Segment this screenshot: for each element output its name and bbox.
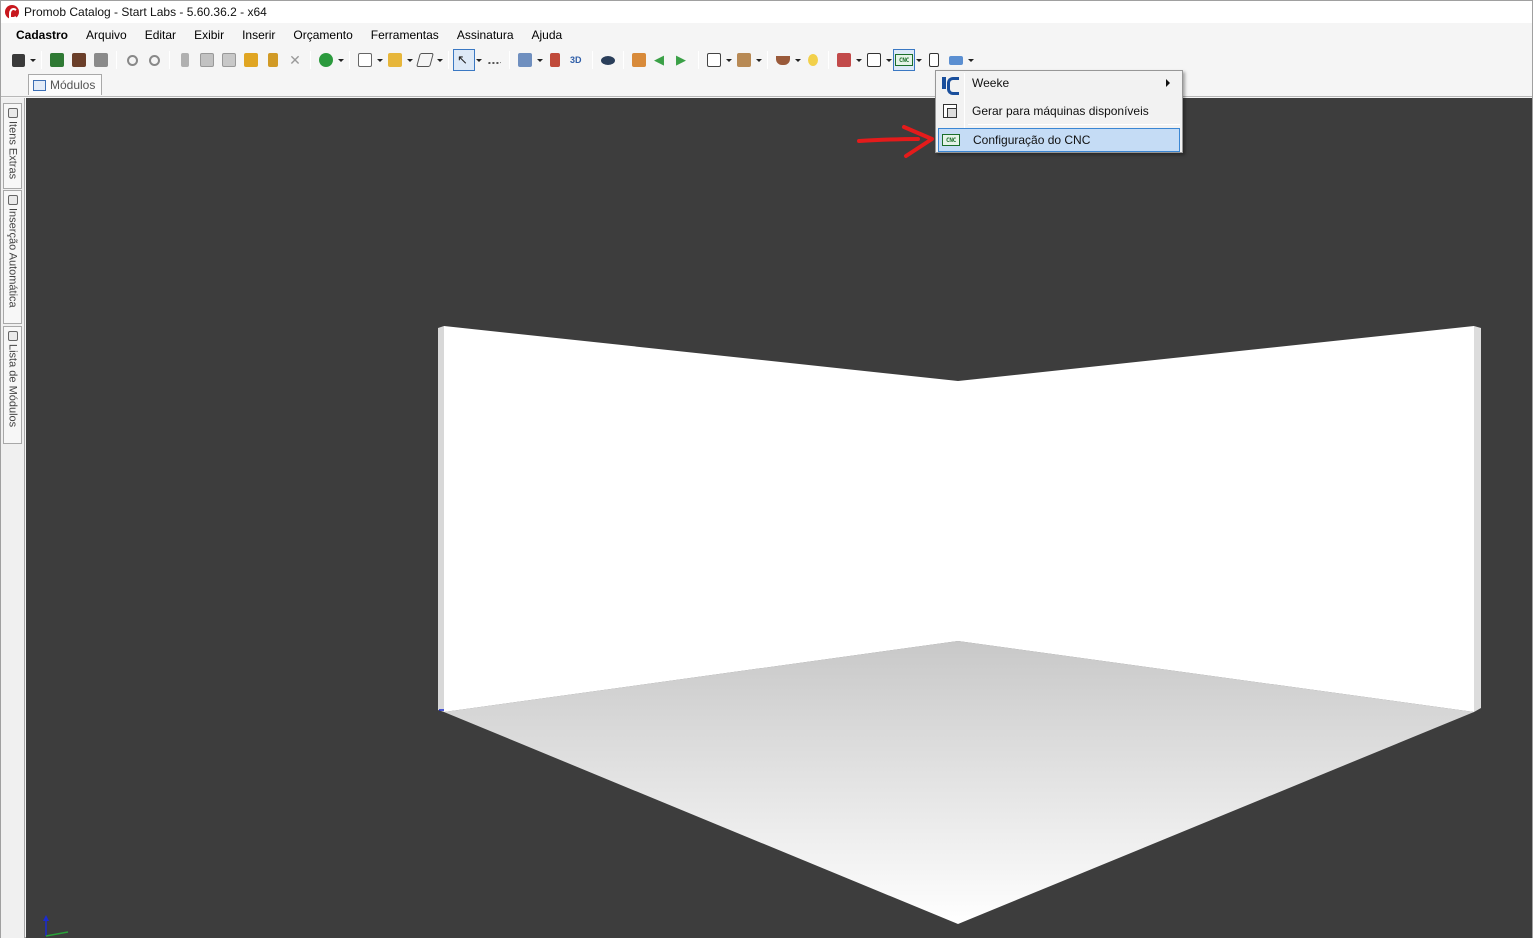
right-wall-edge <box>1474 326 1481 712</box>
side-dock-strip: Itens Extras Inserção Automática Lista d… <box>1 98 25 938</box>
shape-icon[interactable] <box>414 49 436 71</box>
redo-icon[interactable] <box>143 49 165 71</box>
list-icon <box>7 331 18 341</box>
undo-icon[interactable] <box>121 49 143 71</box>
menu-editar[interactable]: Editar <box>136 24 185 46</box>
copy-icon[interactable] <box>196 49 218 71</box>
modules-icon[interactable] <box>354 49 376 71</box>
arrow-right-icon[interactable]: ▶ <box>672 49 694 71</box>
submenu-arrow-icon <box>1166 79 1170 87</box>
left-wall-edge <box>438 326 444 712</box>
side-tab-insercao-automatica-label: Inserção Automática <box>6 208 19 308</box>
menu-bar: Cadastro Arquivo Editar Exibir Inserir O… <box>1 24 1532 46</box>
menu-item-gerar-maquinas[interactable]: Gerar para máquinas disponíveis <box>938 99 1180 123</box>
view-cube-icon[interactable] <box>703 49 725 71</box>
menu-ajuda[interactable]: Ajuda <box>523 24 572 46</box>
paint-brush-icon[interactable] <box>240 49 262 71</box>
promob-logo-icon <box>5 5 19 19</box>
menu-item-weeke[interactable]: Weeke <box>938 71 1180 95</box>
print-icon[interactable] <box>46 49 68 71</box>
cnc-popup-menu: Weeke Gerar para máquinas disponíveis CN… <box>935 70 1183 153</box>
side-tab-itens-extras-label: Itens Extras <box>6 121 19 180</box>
printer-icon[interactable] <box>90 49 112 71</box>
light-bulb-icon[interactable] <box>802 49 824 71</box>
main-toolbar: ✕ ↖ 3D ◀ ▶ CNC <box>1 47 1532 73</box>
group-icon[interactable] <box>384 49 406 71</box>
menu-orcamento[interactable]: Orçamento <box>284 24 361 46</box>
export-icon[interactable] <box>923 49 945 71</box>
red-arrow-icon <box>857 125 934 158</box>
wrench-icon <box>7 195 18 205</box>
select-arrow-icon[interactable]: ↖ <box>453 49 475 71</box>
menu-inserir[interactable]: Inserir <box>233 24 284 46</box>
measure-icon[interactable] <box>483 49 505 71</box>
box-icon[interactable] <box>733 49 755 71</box>
budget-dropdown[interactable] <box>337 49 345 71</box>
budget-icon[interactable] <box>315 49 337 71</box>
title-bar: Promob Catalog - Start Labs - 5.60.36.2 … <box>1 1 1532 23</box>
axis-gizmo-icon <box>43 915 69 937</box>
3d-icon[interactable]: 3D <box>566 49 588 71</box>
side-tab-lista-de-modulos-label: Lista de Módulos <box>6 344 19 428</box>
document-tab-bar: Módulos <box>1 73 1532 97</box>
report-icon[interactable] <box>833 49 855 71</box>
select-dropdown[interactable] <box>475 49 483 71</box>
print-preview-icon[interactable] <box>68 49 90 71</box>
menu-cadastro[interactable]: Cadastro <box>7 24 77 46</box>
cnc-dropdown[interactable] <box>915 49 923 71</box>
chart-dropdown[interactable] <box>967 49 975 71</box>
paperclip-icon <box>7 108 18 118</box>
side-tab-lista-de-modulos[interactable]: Lista de Módulos <box>3 326 22 444</box>
menu-arquivo[interactable]: Arquivo <box>77 24 136 46</box>
menu-ferramentas[interactable]: Ferramentas <box>362 24 448 46</box>
modules-dropdown[interactable] <box>376 49 384 71</box>
report-dropdown[interactable] <box>855 49 863 71</box>
layers-dropdown[interactable] <box>536 49 544 71</box>
plan-dropdown[interactable] <box>885 49 893 71</box>
3d-viewport[interactable] <box>26 98 1532 938</box>
tab-modulos[interactable]: Módulos <box>28 74 103 95</box>
tab-modulos-label: Módulos <box>50 78 96 92</box>
menu-exibir[interactable]: Exibir <box>185 24 233 46</box>
arrow-left-icon[interactable]: ◀ <box>650 49 672 71</box>
save-icon[interactable] <box>7 49 29 71</box>
view-cube-dropdown[interactable] <box>725 49 733 71</box>
paste-icon[interactable] <box>218 49 240 71</box>
generate-machines-icon <box>943 104 957 118</box>
cnc-icon[interactable]: CNC <box>893 49 915 71</box>
elevation-icon[interactable] <box>544 49 566 71</box>
box-dropdown[interactable] <box>755 49 763 71</box>
menu-item-weeke-label: Weeke <box>972 76 1010 90</box>
plan-icon[interactable] <box>863 49 885 71</box>
scene-canvas[interactable] <box>26 98 1532 938</box>
side-tab-insercao-automatica[interactable]: Inserção Automática <box>3 190 22 324</box>
window-title: Promob Catalog - Start Labs - 5.60.36.2 … <box>24 5 267 19</box>
menu-item-gerar-maquinas-label: Gerar para máquinas disponíveis <box>972 104 1149 118</box>
weeke-logo-icon <box>942 77 959 95</box>
modules-tab-icon <box>33 79 46 91</box>
menu-item-configuracao-cnc[interactable]: CNC Configuração do CNC <box>938 128 1180 152</box>
menu-item-configuracao-cnc-label: Configuração do CNC <box>973 133 1091 147</box>
format-paint-icon[interactable] <box>262 49 284 71</box>
menu-assinatura[interactable]: Assinatura <box>448 24 523 46</box>
layers-icon[interactable] <box>514 49 536 71</box>
app-window: Promob Catalog - Start Labs - 5.60.36.2 … <box>0 0 1533 938</box>
delete-icon[interactable]: ✕ <box>284 49 306 71</box>
cnc-config-icon: CNC <box>942 134 960 146</box>
render-icon[interactable] <box>628 49 650 71</box>
cup-icon[interactable] <box>772 49 794 71</box>
cut-icon[interactable] <box>174 49 196 71</box>
shape-dropdown[interactable] <box>436 49 444 71</box>
eye-icon[interactable] <box>597 49 619 71</box>
group-dropdown[interactable] <box>406 49 414 71</box>
chart-icon[interactable] <box>945 49 967 71</box>
side-tab-itens-extras[interactable]: Itens Extras <box>3 103 22 189</box>
cup-dropdown[interactable] <box>794 49 802 71</box>
save-dropdown[interactable] <box>29 49 37 71</box>
